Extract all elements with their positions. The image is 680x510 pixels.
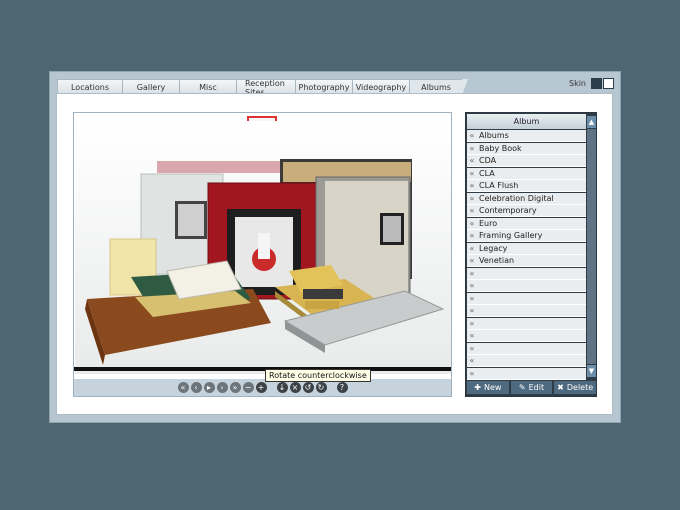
last-icon[interactable]: » bbox=[229, 382, 241, 393]
skin-swatch-light[interactable] bbox=[603, 78, 615, 89]
list-item-label: Celebration Digital bbox=[479, 193, 554, 203]
album-panel: Album ▲ ▼ « Albums « Baby Book « CDA « CLA « CLA … bbox=[465, 112, 597, 397]
rotate-counterclockwise-icon[interactable]: ↺ bbox=[302, 382, 314, 393]
list-item[interactable]: « Albums bbox=[467, 130, 586, 142]
list-item[interactable]: « bbox=[467, 355, 586, 367]
list-item-label: CLA Flush bbox=[479, 181, 519, 190]
list-item-label: Venetian bbox=[479, 256, 515, 265]
help-icon[interactable]: ? bbox=[336, 382, 348, 393]
list-item-label: Baby Book bbox=[479, 143, 522, 153]
list-item[interactable]: « Contemporary bbox=[467, 205, 586, 217]
chevron-left-icon: « bbox=[469, 181, 475, 190]
zoom-in-icon[interactable]: + bbox=[255, 382, 267, 393]
zoom-out-icon[interactable]: − bbox=[242, 382, 254, 393]
list-item[interactable]: « bbox=[467, 342, 586, 355]
scrollbar[interactable] bbox=[587, 129, 596, 364]
chevron-left-icon: « bbox=[469, 343, 475, 353]
delete-button[interactable]: ✖ Delete bbox=[554, 381, 597, 394]
list-item[interactable]: « bbox=[467, 280, 586, 292]
list-item-label: Legacy bbox=[479, 243, 508, 253]
chevron-left-icon: « bbox=[469, 143, 475, 153]
chevron-left-icon: « bbox=[469, 356, 475, 365]
chevron-left-icon: « bbox=[469, 331, 475, 340]
viewer-toolbar: « ‹ ▸ › » − + ↓ × ↺ ↻ ? bbox=[74, 379, 451, 396]
album-header: Album bbox=[467, 114, 586, 129]
next-icon[interactable]: › bbox=[216, 382, 228, 393]
list-item[interactable]: « Euro bbox=[467, 217, 586, 230]
chevron-left-icon: « bbox=[469, 156, 475, 165]
first-icon[interactable]: « bbox=[177, 382, 189, 393]
chevron-left-icon: « bbox=[469, 193, 475, 203]
skin-selector: Skin bbox=[569, 78, 615, 89]
edit-icon: ✎ bbox=[518, 383, 526, 392]
chevron-left-icon: « bbox=[469, 206, 475, 215]
list-item-label: Contemporary bbox=[479, 206, 537, 215]
prev-icon[interactable]: ‹ bbox=[190, 382, 202, 393]
chevron-left-icon: « bbox=[469, 268, 475, 278]
list-item[interactable]: « CLA bbox=[467, 167, 586, 180]
skin-label: Skin bbox=[569, 79, 587, 88]
list-item[interactable]: « bbox=[467, 267, 586, 280]
album-actions: ✚ New ✎ Edit ✖ Delete bbox=[466, 381, 597, 395]
list-item-label: Euro bbox=[479, 218, 498, 228]
album-list: « Albums « Baby Book « CDA « CLA « CLA Flush « Cele… bbox=[467, 130, 586, 380]
list-item-label: Framing Gallery bbox=[479, 231, 543, 240]
chevron-left-icon: « bbox=[469, 243, 475, 253]
list-item-label: CDA bbox=[479, 156, 497, 165]
rotate-clockwise-icon[interactable]: ↻ bbox=[315, 382, 327, 393]
album-photo bbox=[75, 121, 451, 374]
list-item-label: CLA bbox=[479, 168, 495, 178]
chevron-left-icon: « bbox=[469, 131, 475, 140]
play-icon[interactable]: ▸ bbox=[203, 382, 215, 393]
list-item[interactable]: « bbox=[467, 367, 586, 380]
chevron-left-icon: « bbox=[469, 306, 475, 315]
list-item[interactable]: « Baby Book bbox=[467, 142, 586, 155]
list-item[interactable]: « Venetian bbox=[467, 255, 586, 267]
tooltip: Rotate counterclockwise bbox=[265, 369, 371, 382]
list-item[interactable]: « CLA Flush bbox=[467, 180, 586, 192]
list-item-label: Albums bbox=[479, 131, 509, 140]
delete-icon: ✖ bbox=[557, 383, 564, 392]
chevron-left-icon: « bbox=[469, 293, 475, 303]
list-item[interactable]: « bbox=[467, 305, 586, 317]
list-item[interactable]: « CDA bbox=[467, 155, 586, 167]
chevron-left-icon: « bbox=[469, 281, 475, 290]
skin-swatch-dark[interactable] bbox=[591, 78, 603, 89]
new-icon: ✚ bbox=[474, 383, 481, 392]
list-item[interactable]: « Framing Gallery bbox=[467, 230, 586, 242]
scroll-up-icon[interactable]: ▲ bbox=[587, 116, 596, 128]
chevron-left-icon: « bbox=[469, 231, 475, 240]
chevron-left-icon: « bbox=[469, 168, 475, 178]
chevron-left-icon: « bbox=[469, 368, 475, 378]
new-button[interactable]: ✚ New bbox=[467, 381, 509, 394]
list-item[interactable]: « bbox=[467, 317, 586, 330]
download-icon[interactable]: ↓ bbox=[276, 382, 288, 393]
chevron-left-icon: « bbox=[469, 256, 475, 265]
filmstrip-divider bbox=[74, 367, 451, 371]
edit-button[interactable]: ✎ Edit bbox=[510, 381, 553, 394]
list-item[interactable]: « Legacy bbox=[467, 242, 586, 255]
image-viewer: « ‹ ▸ › » − + ↓ × ↺ ↻ ? bbox=[73, 112, 452, 397]
close-icon[interactable]: × bbox=[289, 382, 301, 393]
list-item[interactable]: « Celebration Digital bbox=[467, 192, 586, 205]
scroll-down-icon[interactable]: ▼ bbox=[587, 365, 596, 377]
list-item[interactable]: « bbox=[467, 330, 586, 342]
chevron-left-icon: « bbox=[469, 318, 475, 328]
list-item[interactable]: « bbox=[467, 292, 586, 305]
chevron-left-icon: « bbox=[469, 218, 475, 228]
